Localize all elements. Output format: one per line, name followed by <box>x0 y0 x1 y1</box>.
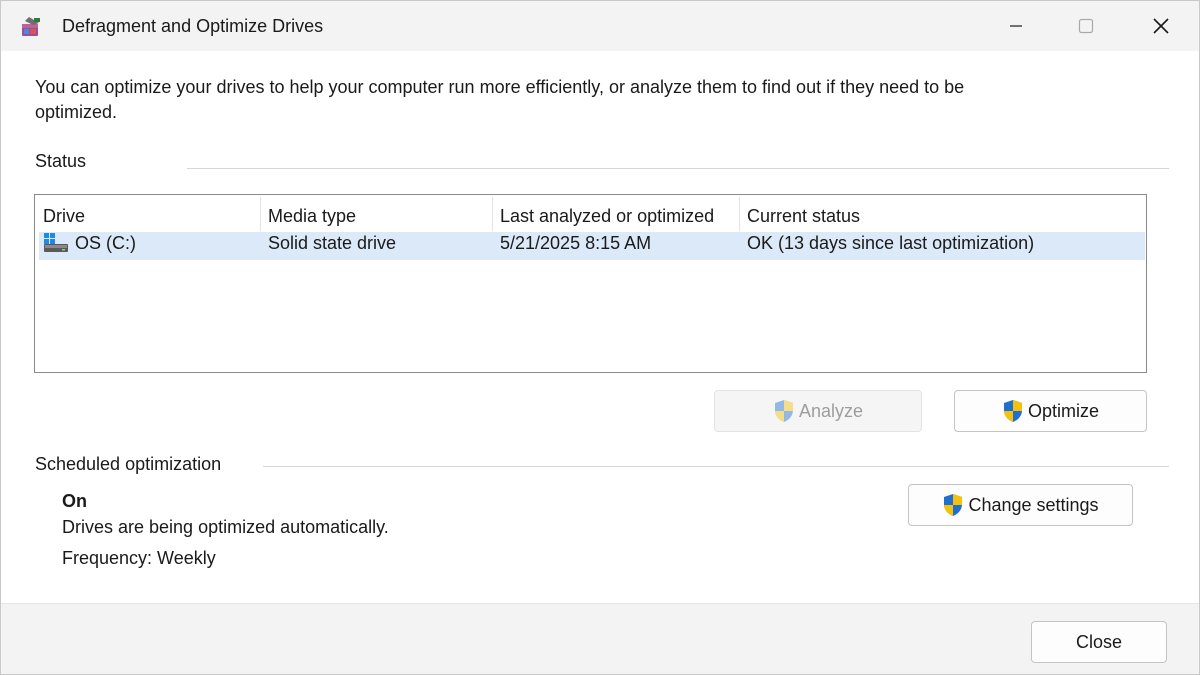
close-button-label: Close <box>1075 631 1123 652</box>
drive-last-analyzed: 5/21/2025 8:15 AM <box>500 233 652 253</box>
column-divider[interactable] <box>260 197 261 231</box>
schedule-description: Drives are being optimized automatically… <box>62 517 389 537</box>
close-button[interactable]: Close <box>1031 621 1167 663</box>
drive-name: OS (C:) <box>75 233 136 253</box>
analyze-button[interactable]: Analyze <box>714 390 922 432</box>
scheduled-group-divider <box>263 466 1169 467</box>
drive-current-status: OK (13 days since last optimization) <box>747 233 1035 253</box>
intro-text: You can optimize your drives to help you… <box>35 77 965 122</box>
uac-shield-icon <box>944 494 963 516</box>
window-title: Defragment and Optimize Drives <box>62 16 324 36</box>
analyze-button-label: Analyze <box>798 400 864 421</box>
schedule-frequency: Frequency: Weekly <box>62 548 216 568</box>
status-group-divider <box>187 168 1169 169</box>
scheduled-group-label: Scheduled optimization <box>35 454 222 474</box>
change-settings-button-label: Change settings <box>968 494 1099 515</box>
change-settings-button[interactable]: Change settings <box>908 484 1133 526</box>
column-divider[interactable] <box>739 197 740 231</box>
close-window-button[interactable] <box>1125 1 1197 51</box>
minimize-icon <box>1010 25 1022 27</box>
column-header-last-analyzed[interactable]: Last analyzed or optimized <box>500 195 714 231</box>
status-group-label: Status <box>35 151 87 171</box>
optimize-button[interactable]: Optimize <box>954 390 1147 432</box>
uac-shield-icon <box>774 400 793 422</box>
schedule-state: On <box>62 491 87 511</box>
table-row[interactable]: OS (C:) Solid state drive 5/21/2025 8:15… <box>39 232 1145 260</box>
minimize-button[interactable] <box>980 1 1052 51</box>
title-bar[interactable]: Defragment and Optimize Drives <box>1 1 1199 51</box>
uac-shield-icon <box>1003 400 1022 422</box>
optimize-button-label: Optimize <box>1027 400 1099 421</box>
column-header-media-type[interactable]: Media type <box>268 195 356 231</box>
drives-list[interactable]: Drive Media type Last analyzed or optimi… <box>34 194 1147 373</box>
column-header-drive[interactable]: Drive <box>43 195 85 231</box>
defrag-app-icon <box>22 17 40 36</box>
defrag-window: Defragment and Optimize Drives You can o… <box>0 0 1200 675</box>
column-divider[interactable] <box>492 197 493 231</box>
drives-list-header: Drive Media type Last analyzed or optimi… <box>35 195 1146 231</box>
maximize-button[interactable] <box>1050 1 1122 51</box>
drive-media-type: Solid state drive <box>268 233 397 253</box>
close-icon <box>1153 18 1169 34</box>
windows-drive-icon <box>44 233 68 252</box>
dialog-footer: Close <box>1 603 1199 674</box>
maximize-icon <box>1078 18 1094 34</box>
column-header-current-status[interactable]: Current status <box>747 195 860 231</box>
